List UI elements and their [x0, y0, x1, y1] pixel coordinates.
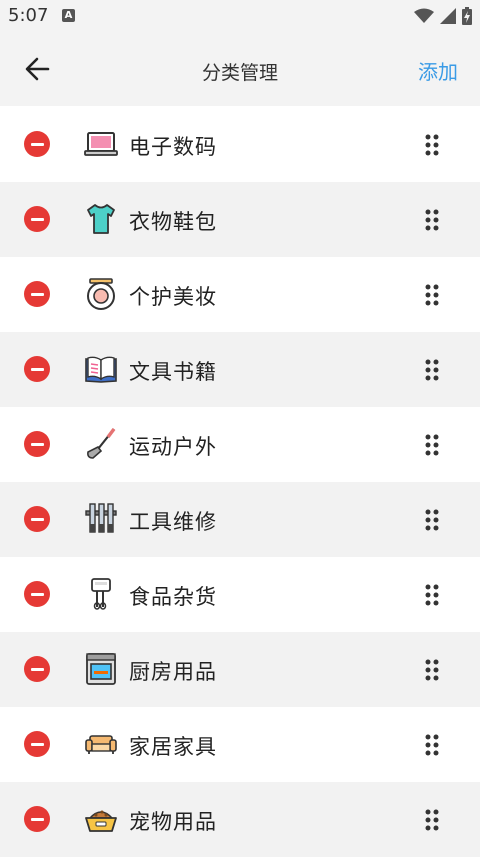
oven-icon [86, 653, 116, 685]
category-label: 宠物用品 [129, 810, 217, 834]
delete-button[interactable] [24, 506, 50, 532]
drag-handle-icon[interactable] [424, 584, 440, 606]
hand-mixer-icon [91, 578, 111, 610]
category-label: 电子数码 [129, 135, 217, 159]
list-item[interactable]: 个护美妆 [0, 257, 480, 332]
minus-icon [30, 292, 44, 296]
category-label: 运动户外 [129, 435, 217, 459]
add-button[interactable]: 添加 [418, 56, 458, 85]
delete-button[interactable] [24, 656, 50, 682]
drag-handle-icon[interactable] [424, 659, 440, 681]
category-label: 厨房用品 [129, 660, 217, 684]
list-item[interactable]: 衣物鞋包 [0, 182, 480, 257]
category-label: 个护美妆 [129, 285, 217, 309]
delete-button[interactable] [24, 281, 50, 307]
golf-club-icon [87, 427, 116, 459]
category-label: 家居家具 [129, 735, 217, 759]
list-item[interactable]: 食品杂货 [0, 557, 480, 632]
minus-icon [30, 142, 44, 146]
delete-button[interactable] [24, 356, 50, 382]
sofa-icon [85, 735, 117, 754]
minus-icon [30, 667, 44, 671]
list-item[interactable]: 厨房用品 [0, 632, 480, 707]
status-time: 5:07 [8, 5, 49, 26]
category-label: 食品杂货 [129, 585, 217, 609]
status-icons [414, 6, 472, 26]
list-item[interactable]: 文具书籍 [0, 332, 480, 407]
category-label: 文具书籍 [129, 360, 217, 384]
delete-button[interactable] [24, 806, 50, 832]
list-item[interactable]: 工具维修 [0, 482, 480, 557]
drag-handle-icon[interactable] [424, 809, 440, 831]
delete-button[interactable] [24, 131, 50, 157]
drag-handle-icon[interactable] [424, 209, 440, 231]
compact-mirror-icon [87, 278, 115, 310]
drag-handle-icon[interactable] [424, 284, 440, 306]
minus-icon [30, 592, 44, 596]
tool-rack-icon [85, 503, 117, 533]
delete-button[interactable] [24, 431, 50, 457]
tshirt-icon [87, 204, 115, 234]
drag-handle-icon[interactable] [424, 434, 440, 456]
list-item[interactable]: 运动户外 [0, 407, 480, 482]
list-item[interactable]: 电子数码 [0, 107, 480, 182]
list-item[interactable]: 家居家具 [0, 707, 480, 782]
pet-bowl-icon [85, 810, 117, 832]
delete-button[interactable] [24, 731, 50, 757]
app-header: 分类管理 添加 [0, 32, 480, 106]
category-label: 工具维修 [129, 510, 217, 534]
drag-handle-icon[interactable] [424, 734, 440, 756]
drag-handle-icon[interactable] [424, 134, 440, 156]
drag-handle-icon[interactable] [424, 359, 440, 381]
minus-icon [30, 517, 44, 521]
notification-icon: A [62, 9, 75, 22]
open-book-icon [85, 356, 117, 383]
battery-icon [462, 7, 472, 25]
delete-button[interactable] [24, 206, 50, 232]
drag-handle-icon[interactable] [424, 509, 440, 531]
page-title: 分类管理 [201, 62, 278, 84]
category-label: 衣物鞋包 [129, 210, 217, 234]
signal-icon [440, 8, 456, 24]
laptop-icon [84, 132, 118, 156]
minus-icon [30, 742, 44, 746]
minus-icon [30, 367, 44, 371]
category-list: 电子数码 衣物鞋包 个护美妆 文具书籍 运动户外 工具维修 食品杂货 厨房用品 … [0, 107, 480, 857]
minus-icon [30, 442, 44, 446]
minus-icon [30, 217, 44, 221]
minus-icon [30, 817, 44, 821]
list-item[interactable]: 宠物用品 [0, 782, 480, 857]
status-bar: 5:07 A [0, 0, 480, 32]
delete-button[interactable] [24, 581, 50, 607]
wifi-icon [414, 8, 434, 23]
